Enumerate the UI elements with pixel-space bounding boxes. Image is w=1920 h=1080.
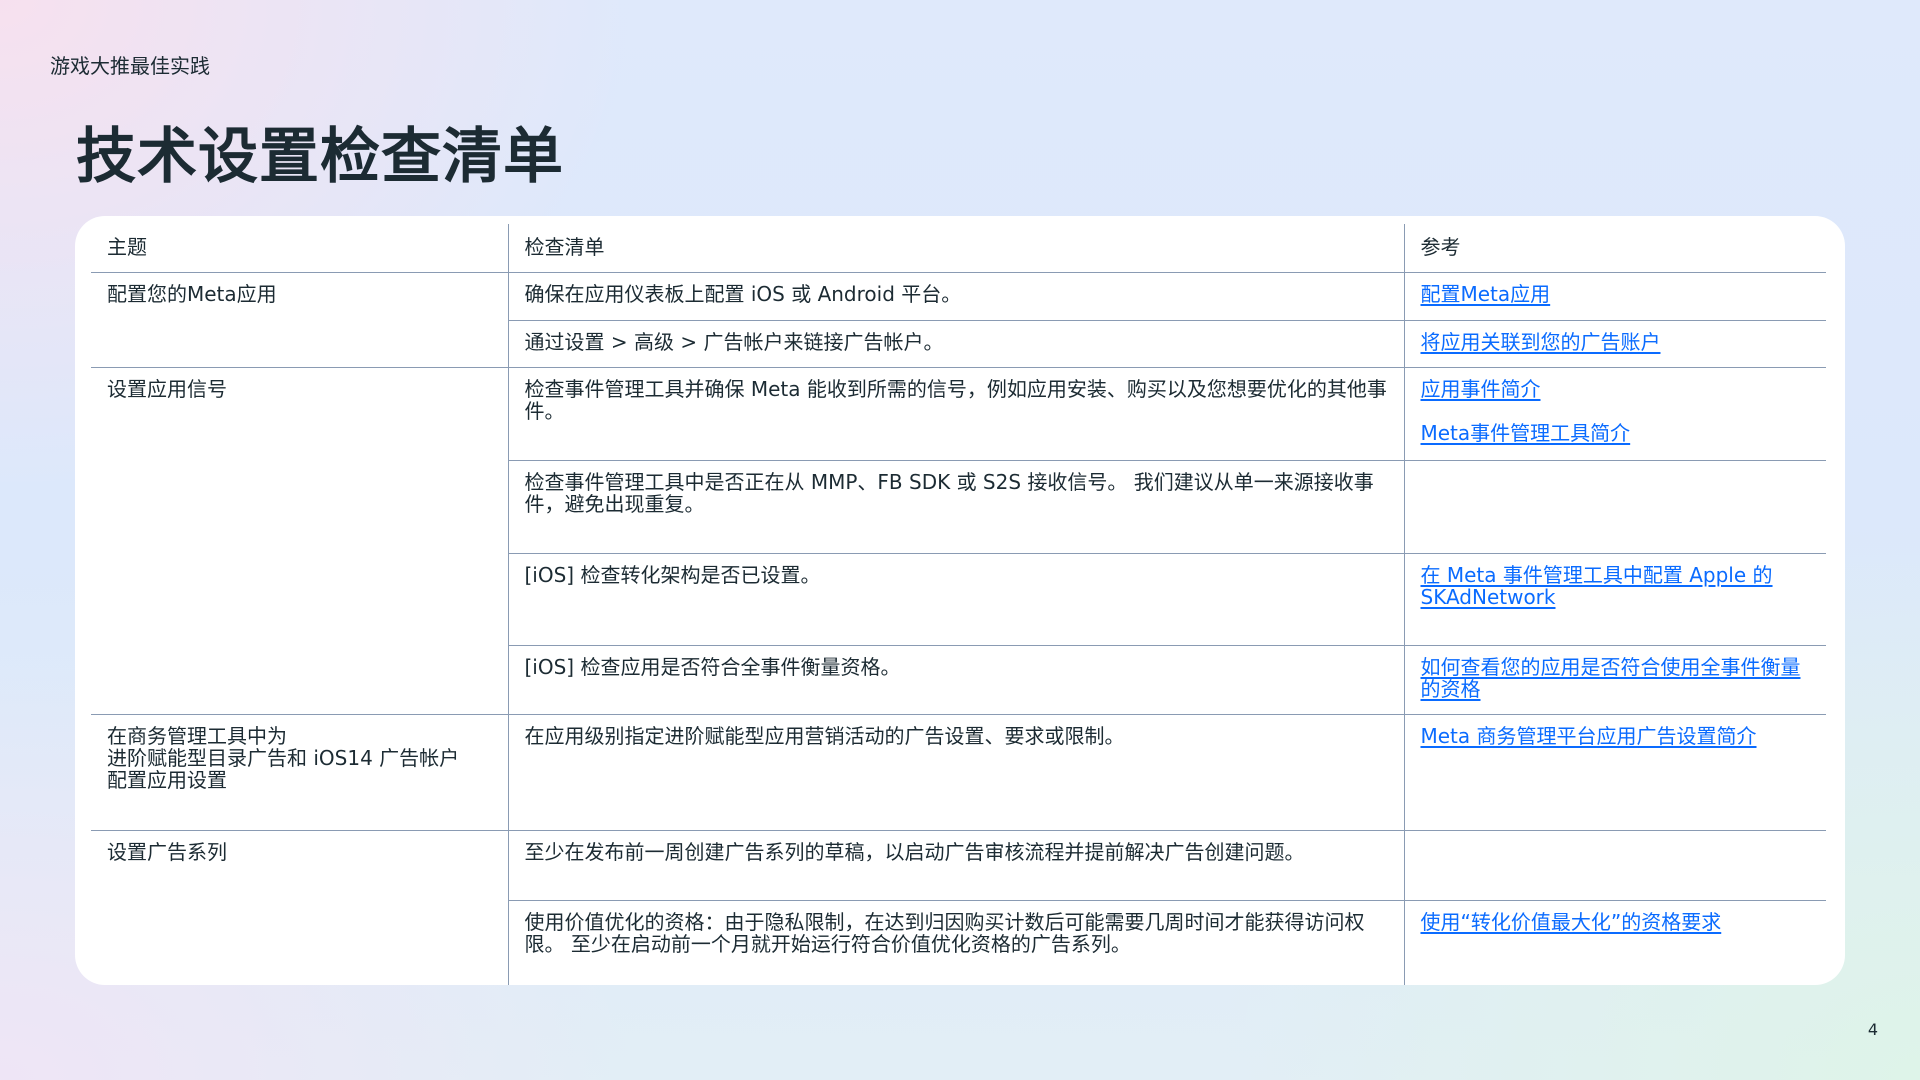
checklist-cell: 通过设置 > 高级 > 广告帐户来链接广告帐户。 xyxy=(507,320,1405,367)
checklist-cell: 检查事件管理工具中是否正在从 MMP、FB SDK 或 S2S 接收信号。 我们… xyxy=(507,460,1405,553)
top-label: 游戏大推最佳实践 xyxy=(50,54,210,78)
checklist-table: 主题 检查清单 参考 配置您的Meta应用 确保在应用仪表板上配置 iOS 或 … xyxy=(91,224,1826,985)
reference-link[interactable]: Meta事件管理工具简介 xyxy=(1421,422,1811,444)
table-row: 在商务管理工具中为 进阶赋能型目录广告和 iOS14 广告帐户 配置应用设置 在… xyxy=(91,714,1826,830)
topic-cell: 配置您的Meta应用 xyxy=(107,281,277,306)
table-header-row: 主题 检查清单 参考 xyxy=(91,224,1826,272)
topic-cell: 在商务管理工具中为 进阶赋能型目录广告和 iOS14 广告帐户 配置应用设置 xyxy=(107,723,460,792)
topic-cell: 设置应用信号 xyxy=(107,376,227,401)
table-row: 设置广告系列 至少在发布前一周创建广告系列的草稿，以启动广告审核流程并提前解决广… xyxy=(91,830,1826,900)
reference-cell: 配置Meta应用 xyxy=(1404,272,1826,320)
checklist-cell: 确保在应用仪表板上配置 iOS 或 Android 平台。 xyxy=(507,272,1405,320)
reference-cell xyxy=(1404,830,1826,900)
page-number: 4 xyxy=(1867,1020,1878,1039)
reference-cell: 在 Meta 事件管理工具中配置 Apple 的 SKAdNetwork xyxy=(1404,553,1826,645)
reference-cell: 使用“转化价值最大化”的资格要求 xyxy=(1404,900,1826,985)
reference-link[interactable]: 使用“转化价值最大化”的资格要求 xyxy=(1421,911,1811,933)
reference-link[interactable]: 配置Meta应用 xyxy=(1421,283,1811,305)
checklist-cell: 在应用级别指定进阶赋能型应用营销活动的广告设置、要求或限制。 xyxy=(507,714,1405,830)
reference-link[interactable]: 在 Meta 事件管理工具中配置 Apple 的 SKAdNetwork xyxy=(1421,564,1811,608)
page-title: 技术设置检查清单 xyxy=(76,122,564,192)
reference-link[interactable]: 将应用关联到您的广告账户 xyxy=(1421,331,1811,353)
checklist-cell: 使用价值优化的资格：由于隐私限制，在达到归因购买计数后可能需要几周时间才能获得访… xyxy=(507,900,1405,985)
topic-cell: 设置广告系列 xyxy=(107,839,227,864)
table-row: 配置您的Meta应用 确保在应用仪表板上配置 iOS 或 Android 平台。… xyxy=(91,272,1826,320)
reference-cell xyxy=(1404,460,1826,553)
reference-cell: Meta 商务管理平台应用广告设置简介 xyxy=(1404,714,1826,830)
checklist-cell: [iOS] 检查转化架构是否已设置。 xyxy=(507,553,1405,645)
checklist-cell: 至少在发布前一周创建广告系列的草稿，以启动广告审核流程并提前解决广告创建问题。 xyxy=(507,830,1405,900)
reference-link[interactable]: Meta 商务管理平台应用广告设置简介 xyxy=(1421,725,1811,747)
reference-link[interactable]: 如何查看您的应用是否符合使用全事件衡量的资格 xyxy=(1421,656,1811,700)
column-header-reference: 参考 xyxy=(1420,235,1461,259)
column-header-topic: 主题 xyxy=(107,235,147,259)
reference-cell: 如何查看您的应用是否符合使用全事件衡量的资格 xyxy=(1404,645,1826,714)
checklist-card: 主题 检查清单 参考 配置您的Meta应用 确保在应用仪表板上配置 iOS 或 … xyxy=(75,216,1845,985)
reference-cell: 将应用关联到您的广告账户 xyxy=(1404,320,1826,367)
table-row: 设置应用信号 检查事件管理工具并确保 Meta 能收到所需的信号，例如应用安装、… xyxy=(91,367,1826,460)
checklist-cell: 检查事件管理工具并确保 Meta 能收到所需的信号，例如应用安装、购买以及您想要… xyxy=(507,367,1405,460)
checklist-cell: [iOS] 检查应用是否符合全事件衡量资格。 xyxy=(507,645,1405,714)
reference-link[interactable]: 应用事件简介 xyxy=(1421,378,1811,400)
column-header-checklist: 检查清单 xyxy=(507,224,1405,272)
reference-cell: 应用事件简介 Meta事件管理工具简介 xyxy=(1404,367,1826,460)
